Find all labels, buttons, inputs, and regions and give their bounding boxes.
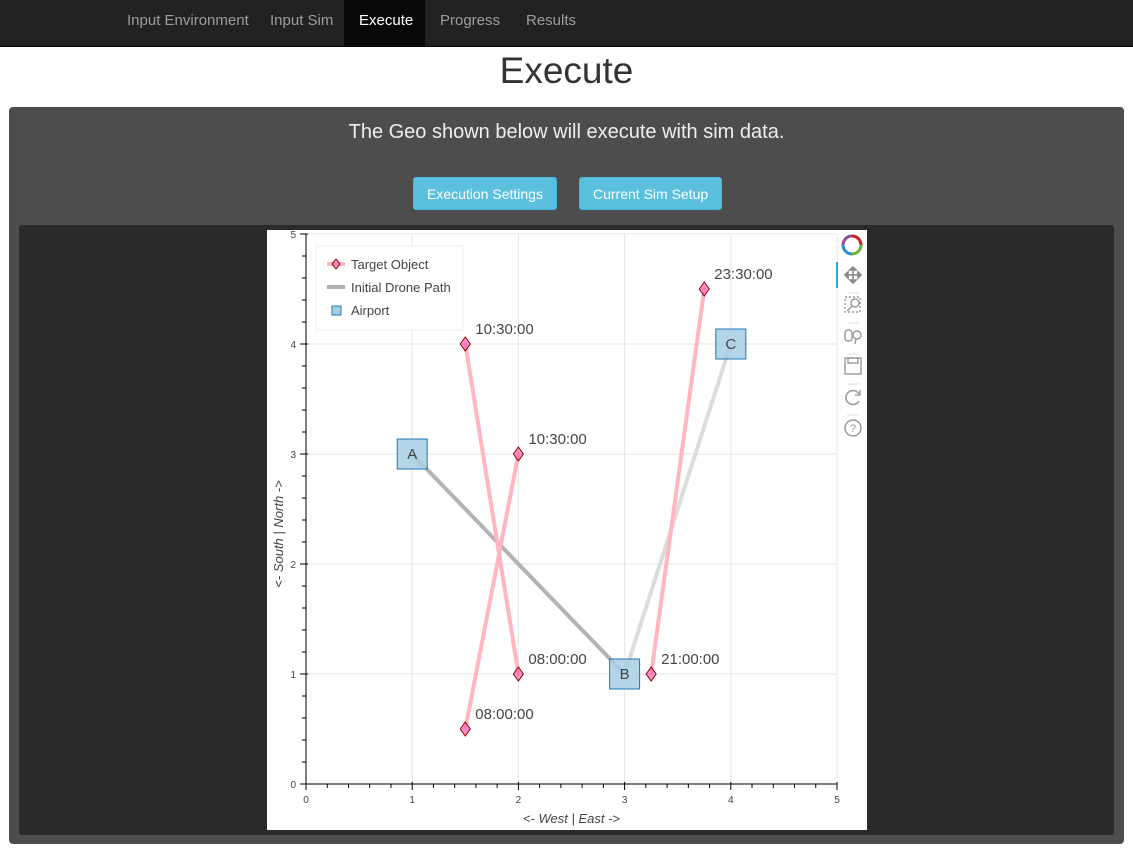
target-time-label: 10:30:00 [528,431,586,448]
x-axis-label: <- West | East -> [523,811,620,826]
y-tick-label: 5 [290,230,296,241]
x-tick-label: 1 [409,795,415,806]
legend-label: Target Object [351,257,429,272]
page-title: Execute [499,50,634,91]
y-axis-label: <- South | North -> [271,480,286,588]
svg-text:?: ? [850,423,856,435]
current-sim-setup-button[interactable]: Current Sim Setup [579,177,723,210]
y-tick-label: 0 [290,780,296,791]
target-time-label: 23:30:00 [714,266,772,283]
nav-progress[interactable]: Progress [425,0,515,46]
execute-subtitle: The Geo shown below will execute with si… [348,121,785,143]
target-time-label: 21:00:00 [661,651,719,668]
geo-plot[interactable]: 0 1 2 3 4 5 0 1 2 3 4 5 <- West | East -> <- South | … [267,230,867,830]
nav-execute[interactable]: Execute [344,0,425,46]
x-tick-label: 0 [303,795,309,806]
plot-container: 0 1 2 3 4 5 0 1 2 3 4 5 <- West | East -> <- South | … [19,225,1114,835]
airport-label: B [620,666,630,683]
nav-results[interactable]: Results [511,0,591,46]
nav-input-environment[interactable]: Input Environment [112,0,264,46]
x-tick-label: 3 [622,795,628,806]
y-tick-label: 4 [290,340,296,351]
target-time-label: 10:30:00 [475,321,533,338]
top-navbar: Input Environment Input Sim Execute Prog… [0,0,1133,47]
target-time-label: 08:00:00 [475,706,533,723]
target-time-label: 08:00:00 [528,651,586,668]
x-tick-label: 5 [834,795,840,806]
x-tick-label: 2 [516,795,522,806]
y-tick-label: 1 [290,670,296,681]
y-tick-label: 2 [290,560,296,571]
legend: Target Object Initial Drone Path Airport [315,245,464,331]
legend-label: Initial Drone Path [351,280,451,295]
y-tick-label: 3 [290,450,296,461]
legend-airport-marker [331,305,342,316]
airport-label: C [725,336,736,353]
execution-settings-button[interactable]: Execution Settings [413,177,557,210]
nav-input-sim[interactable]: Input Sim [255,0,348,46]
x-tick-label: 4 [728,795,734,806]
execute-panel: The Geo shown below will execute with si… [9,107,1124,844]
airport-label: A [407,446,417,463]
legend-label: Airport [351,303,390,318]
